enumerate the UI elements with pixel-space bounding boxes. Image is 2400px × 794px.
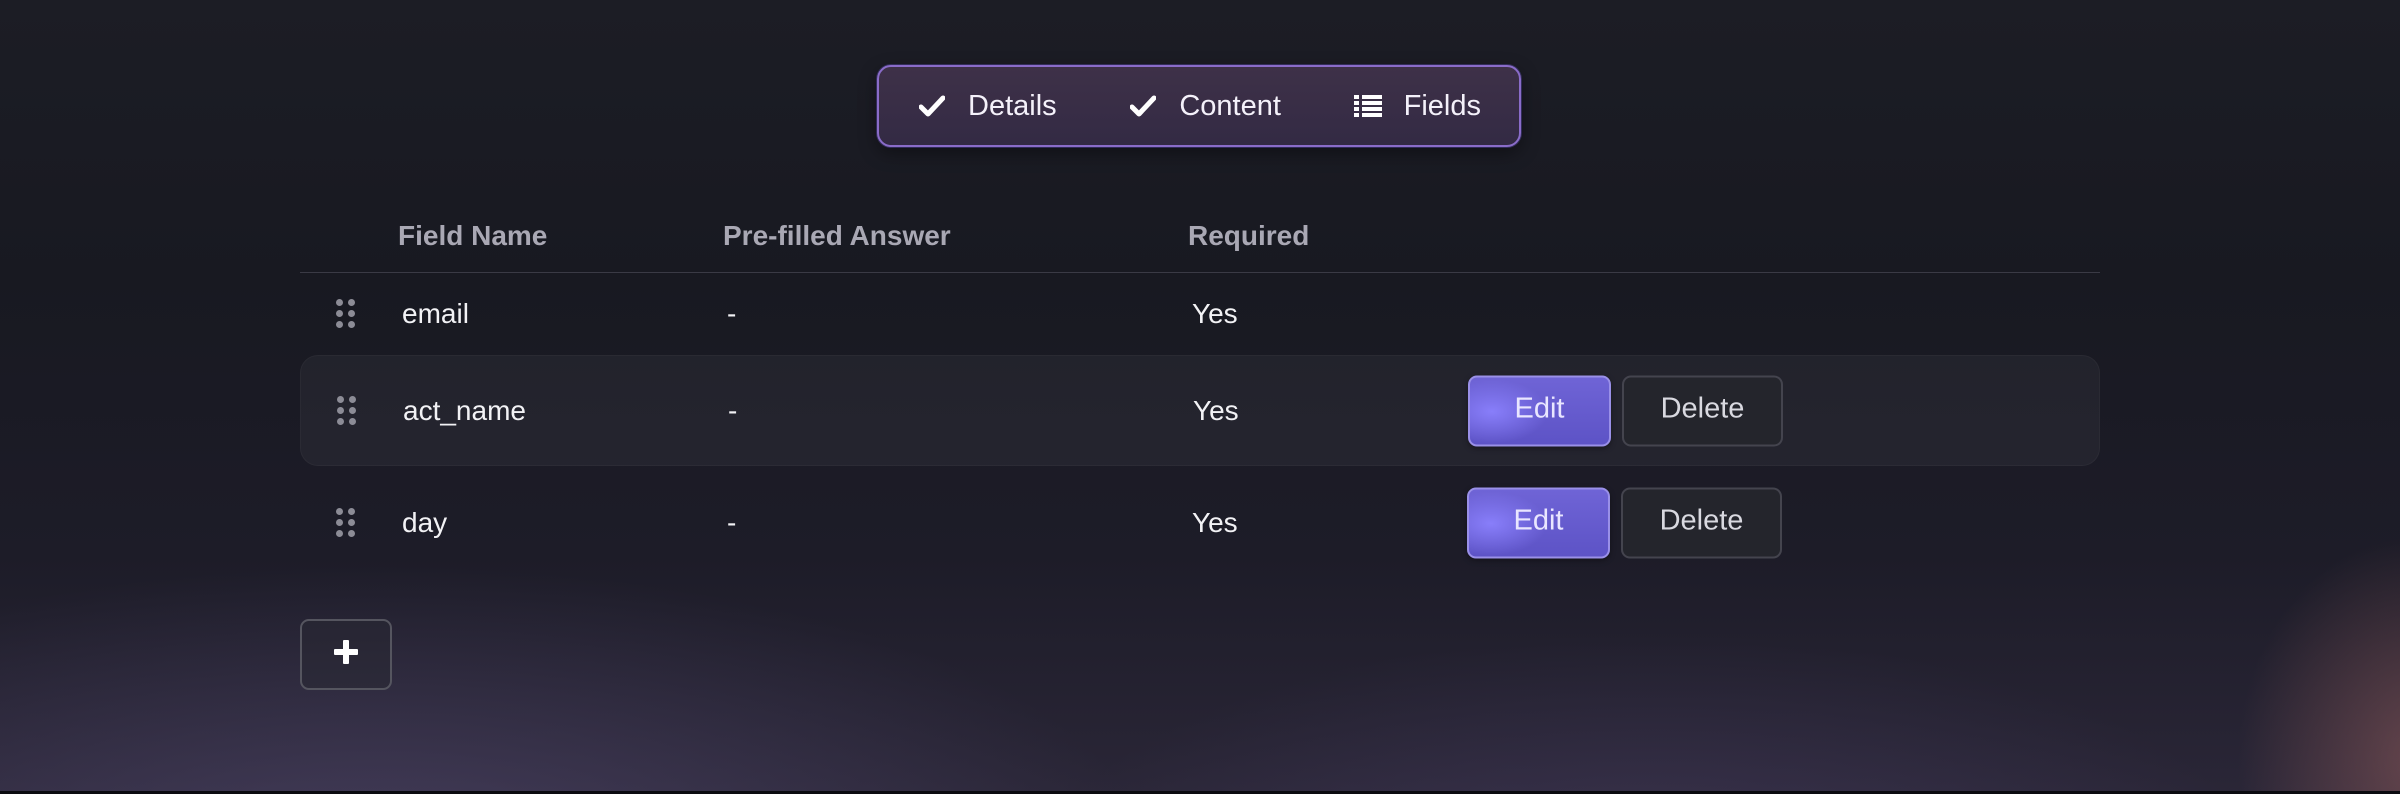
delete-button[interactable]: Delete xyxy=(1622,375,1783,446)
drag-handle-icon[interactable] xyxy=(336,299,356,329)
step-content[interactable]: Content xyxy=(1129,90,1281,123)
prefilled-cell: - xyxy=(727,298,737,329)
prefilled-cell: - xyxy=(727,506,737,538)
delete-button[interactable]: Delete xyxy=(1621,487,1782,558)
prefilled-cell: - xyxy=(728,394,738,426)
step-fields[interactable]: Fields xyxy=(1353,89,1481,123)
check-icon xyxy=(918,92,946,120)
table-header: Field Name Pre-filled Answer Required xyxy=(300,200,2100,273)
plus-icon xyxy=(333,639,359,670)
table-row: day - Yes Edit Delete xyxy=(300,467,2100,578)
list-icon xyxy=(1353,92,1382,120)
required-cell: Yes xyxy=(1192,506,1238,538)
required-cell: Yes xyxy=(1192,298,1238,329)
drag-handle-icon[interactable] xyxy=(336,507,356,538)
field-name-cell: email xyxy=(402,298,469,329)
drag-handle-icon[interactable] xyxy=(337,395,357,426)
table-row: act_name - Yes Edit Delete xyxy=(300,355,2100,466)
step-details[interactable]: Details xyxy=(918,90,1057,123)
step-label: Content xyxy=(1179,89,1281,122)
step-label: Fields xyxy=(1403,89,1481,122)
step-label: Details xyxy=(968,89,1057,122)
required-cell: Yes xyxy=(1193,394,1239,426)
column-header-required: Required xyxy=(1188,220,1310,251)
edit-button[interactable]: Edit xyxy=(1467,487,1610,558)
field-name-cell: act_name xyxy=(403,394,526,426)
edit-button[interactable]: Edit xyxy=(1468,375,1611,446)
field-name-cell: day xyxy=(402,506,448,538)
column-header-prefilled: Pre-filled Answer xyxy=(723,220,951,251)
form-stepper: Details Content Fields xyxy=(877,65,1521,147)
fields-table: Field Name Pre-filled Answer Required em… xyxy=(300,200,2100,578)
table-row: email - Yes xyxy=(300,273,2100,355)
add-field-button[interactable] xyxy=(300,619,392,690)
check-icon xyxy=(1129,92,1157,120)
column-header-field-name: Field Name xyxy=(398,220,548,251)
